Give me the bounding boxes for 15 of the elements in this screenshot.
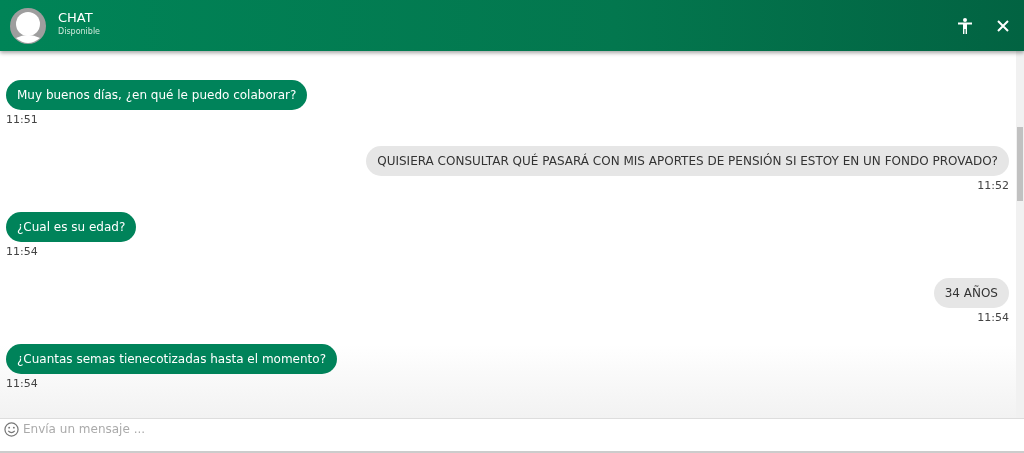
agent-message: ¿Cuantas semas tienecotizadas hasta el momento? (6, 344, 337, 374)
agent-message: ¿Cual es su edad? (6, 212, 137, 242)
status-text: Disponible (58, 26, 102, 36)
agent-message: Muy buenos días, ¿en qué le puedo colaborar? (6, 80, 308, 110)
message-time: 11:54 (6, 377, 38, 390)
emoji-icon[interactable] (4, 422, 19, 437)
message-time: 11:54 (977, 311, 1009, 324)
message-time: 11:54 (6, 245, 38, 258)
message-time: 11:51 (6, 113, 38, 126)
avatar-icon (10, 7, 46, 44)
user-message: QUISIERA CONSULTAR QUÉ PASARÁ CON MIS APORTES DE PENSIÓN SI ESTOY EN UN FONDO PROVADO? (366, 146, 1009, 176)
message-time: 11:52 (977, 179, 1009, 192)
accessibility-button[interactable] (956, 15, 974, 36)
user-message: 34 AÑOS (933, 278, 1009, 308)
chat-title: CHAT (58, 9, 94, 25)
